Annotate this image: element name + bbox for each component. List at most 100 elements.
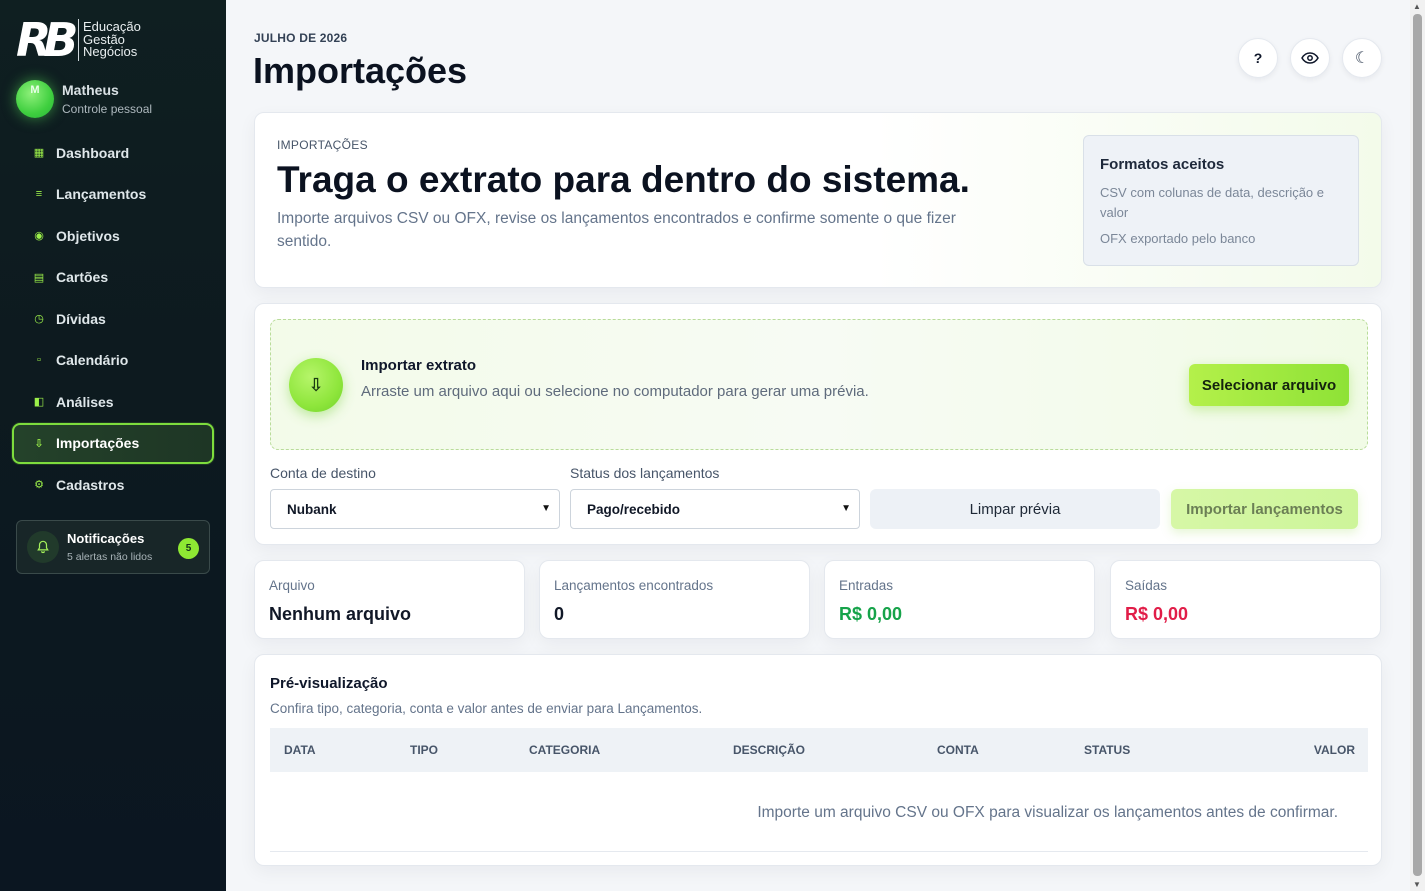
dashboard-icon: ▦ [33,147,45,160]
column-header-status: STATUS [1084,743,1131,757]
file-dropzone[interactable]: ⇩ Importar extrato Arraste um arquivo aq… [270,319,1368,450]
column-header-account: CONTA [937,743,979,757]
chevron-down-icon: ▼ [541,503,551,514]
brand-text: Educação Gestão Negócios [83,21,141,59]
scroll-down-icon[interactable]: ▼ [1413,880,1421,889]
help-button[interactable]: ? [1238,38,1278,78]
format-item-csv: CSV com colunas de data, descrição e val… [1100,185,1325,220]
sidebar-item-cartoes[interactable]: ▤ Cartões [12,257,214,299]
hero-card: IMPORTAÇÕES Traga o extrato para dentro … [254,112,1382,288]
account-select[interactable]: Nubank ▼ [270,489,560,529]
sidebar-item-label: Cadastros [56,476,125,493]
list-icon: ≡ [35,188,43,201]
preview-title: Pré-visualização [270,675,388,692]
stat-value: R$ 0,00 [1125,604,1189,624]
card-icon: ▤ [33,271,45,284]
notifications-title: Notificações [67,531,145,546]
stat-value: R$ 0,00 [839,604,903,624]
download-icon: ⇩ [34,437,44,450]
chart-icon: ◧ [33,396,45,409]
top-actions: ? ☾ [1238,38,1382,78]
column-header-type: TIPO [410,743,439,757]
preview-card: Pré-visualização Confira tipo, categoria… [254,654,1382,866]
notifications-subtitle: 5 alertas não lidos [67,551,153,563]
main-content: JULHO DE 2026 Importações ? ☾ IMPORTAÇÕE… [226,0,1410,891]
sidebar-item-dashboard[interactable]: ▦ Dashboard [12,132,214,174]
logo-mark: RB [16,13,79,67]
hero-description: Importe arquivos CSV ou OFX, revise os l… [277,210,956,250]
logo-divider [78,19,79,61]
user-profile[interactable]: M Matheus Controle pessoal [16,80,152,118]
status-select-value: Pago/recebido [587,501,681,517]
sidebar-item-label: Cartões [56,269,109,286]
stat-card-found: Lançamentos encontrados 0 [539,560,810,639]
theme-toggle-button[interactable]: ☾ [1342,38,1382,78]
status-label: Status dos lançamentos [570,465,720,481]
sidebar-item-analises[interactable]: ◧ Análises [12,381,214,423]
sidebar-item-label: Calendário [56,352,129,369]
current-month: JULHO DE 2026 [254,31,348,45]
sidebar-item-label: Dívidas [56,310,106,327]
column-header-category: CATEGORIA [529,743,601,757]
stat-value: Nenhum arquivo [269,604,412,624]
preview-subtitle: Confira tipo, categoria, conta e valor a… [270,701,703,716]
calendar-icon: ▫ [37,354,41,367]
gear-icon: ⚙ [34,479,44,492]
visibility-toggle-button[interactable] [1290,38,1330,78]
format-item-ofx: OFX exportado pelo banco [1100,231,1256,246]
stat-card-file: Arquivo Nenhum arquivo [254,560,525,639]
stat-card-expense: Saídas R$ 0,00 [1110,560,1381,639]
scrollbar-thumb[interactable] [1413,14,1422,876]
brand-line-3: Negócios [83,44,138,60]
page-scrollbar[interactable]: ▲ ▼ [1410,0,1425,891]
sidebar-item-label: Objetivos [56,227,120,244]
sidebar-item-calendario[interactable]: ▫ Calendário [12,340,214,382]
page-title: Importações [253,50,468,91]
eye-icon [1301,52,1319,64]
scroll-up-icon[interactable]: ▲ [1413,2,1421,11]
target-icon: ◉ [34,230,44,243]
stat-label: Lançamentos encontrados [554,578,714,593]
sidebar-item-cadastros[interactable]: ⚙ Cadastros [12,464,214,506]
sidebar-item-label: Análises [56,393,114,410]
dropzone-title: Importar extrato [361,357,477,374]
sidebar-item-label: Dashboard [56,144,130,161]
sidebar-item-label: Importações [56,435,140,452]
bell-icon [27,531,59,563]
download-icon: ⇩ [289,358,343,412]
formats-title: Formatos aceitos [1100,156,1225,173]
stat-label: Saídas [1125,578,1168,593]
user-name: Matheus [62,82,119,98]
user-subtitle: Controle pessoal [62,102,153,116]
sidebar-item-lancamentos[interactable]: ≡ Lançamentos [12,174,214,216]
sidebar-item-label: Lançamentos [56,186,147,203]
stat-card-income: Entradas R$ 0,00 [824,560,1095,639]
sidebar-item-objetivos[interactable]: ◉ Objetivos [12,215,214,257]
help-icon: ? [1253,50,1263,66]
notifications-card[interactable]: Notificações 5 alertas não lidos 5 [16,520,210,574]
sidebar: RB Educação Gestão Negócios M Matheus Co… [0,0,226,891]
notifications-count-badge: 5 [178,538,199,559]
account-label: Conta de destino [270,465,376,481]
stat-label: Arquivo [269,578,315,593]
import-card: ⇩ Importar extrato Arraste um arquivo aq… [254,303,1382,545]
table-divider [270,851,1368,852]
accepted-formats-box: Formatos aceitos CSV com colunas de data… [1083,135,1359,266]
hero-title: Traga o extrato para dentro do sistema. [277,159,970,200]
status-select[interactable]: Pago/recebido ▼ [570,489,860,529]
import-entries-button[interactable]: Importar lançamentos [1171,489,1358,529]
column-header-description: DESCRIÇÃO [733,743,806,757]
clear-preview-button[interactable]: Limpar prévia [870,489,1160,529]
sidebar-item-dividas[interactable]: ◷ Dívidas [12,298,214,340]
brand-logo[interactable]: RB Educação Gestão Negócios [16,16,141,64]
table-header: DATA TIPO CATEGORIA DESCRIÇÃO CONTA STAT… [270,728,1368,772]
empty-table-message: Importe um arquivo CSV ou OFX para visua… [757,804,1338,821]
select-file-button[interactable]: Selecionar arquivo [1189,364,1349,406]
stat-label: Entradas [839,578,894,593]
moon-icon: ☾ [1354,50,1370,67]
clock-icon: ◷ [34,313,44,326]
account-select-value: Nubank [287,501,337,517]
column-header-value: VALOR [1313,743,1355,757]
dropzone-subtitle: Arraste um arquivo aqui ou selecione no … [361,383,869,400]
sidebar-item-importacoes[interactable]: ⇩ Importações [12,422,214,464]
